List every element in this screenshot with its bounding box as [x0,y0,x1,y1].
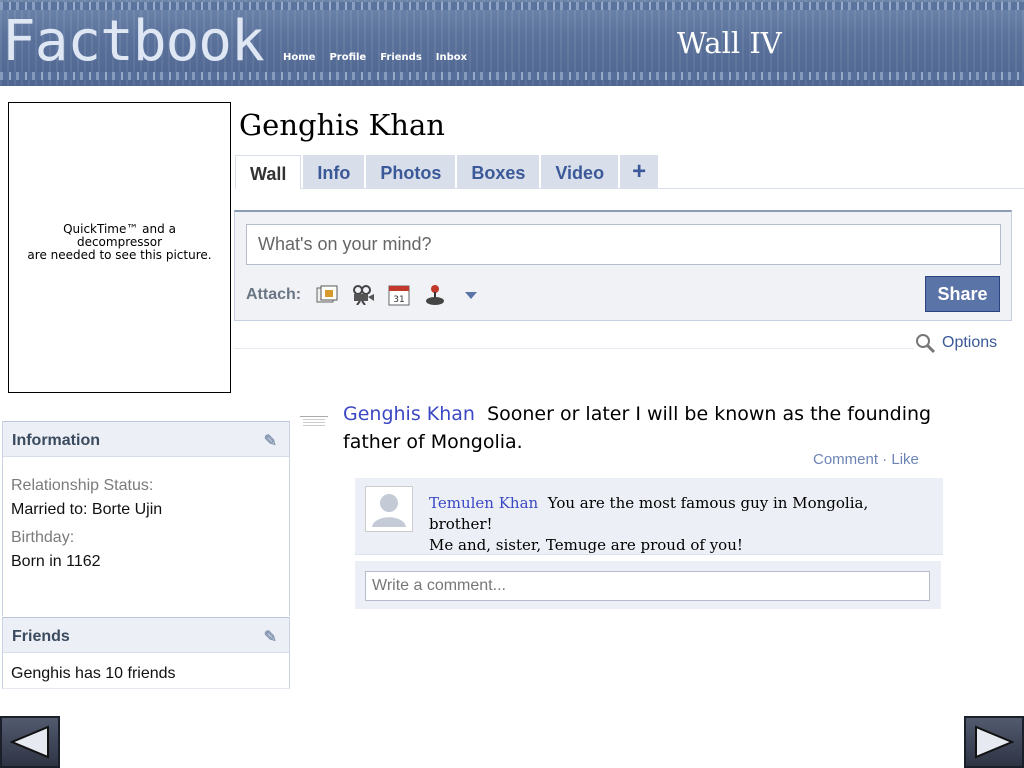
wall-divider [234,348,914,349]
friends-summary: Genghis has 10 friends [11,665,176,682]
information-body: Relationship Status: Married to: Borte U… [3,457,289,571]
attach-bar: Attach: 31 [246,283,483,307]
edit-pencil-icon[interactable]: ✎ [264,431,277,451]
comment-body-line-2: Me and, sister, Temuge are proud of you! [429,536,743,554]
avatar[interactable] [365,486,413,532]
tab-wall[interactable]: Wall [235,155,302,189]
nav-profile[interactable]: Profile [329,52,366,63]
tab-info[interactable]: Info [303,155,365,189]
friends-header: Friends ✎ [3,617,289,653]
add-tab-plus-icon[interactable]: + [620,155,659,189]
comment-item: Temulen Khan You are the most famous guy… [355,478,943,555]
options-link[interactable]: Options [914,332,997,354]
status-composer: Attach: 31 [234,210,1012,321]
post-actions: Comment · Like [813,451,919,468]
information-header: Information ✎ [3,421,289,457]
friends-heading: Friends [12,628,70,645]
wall-post: Genghis Khan Sooner or later I will be k… [343,400,983,456]
attach-label: Attach: [246,286,302,303]
top-nav: Home Profile Friends Inbox [283,52,467,63]
edit-pencil-icon[interactable]: ✎ [264,627,277,647]
photo-icon[interactable] [315,283,339,307]
status-input[interactable] [246,224,1001,265]
nav-home[interactable]: Home [283,52,315,63]
write-comment-box [355,561,941,609]
action-separator: · [882,451,888,468]
slide-title: Wall IV [677,26,782,60]
nav-friends[interactable]: Friends [380,52,422,63]
calendar-day: 31 [393,295,404,305]
friends-panel: Friends ✎ Genghis has 10 friends [2,617,290,689]
tab-photos[interactable]: Photos [366,155,456,189]
information-heading: Information [12,432,100,449]
like-link[interactable]: Like [891,451,919,468]
comment-text: Temulen Khan You are the most famous guy… [429,493,929,556]
comment-author[interactable]: Temulen Khan [429,494,538,512]
information-panel: Information ✎ Relationship Status: Marri… [2,421,290,616]
options-label: Options [942,334,998,351]
joystick-icon[interactable] [423,283,447,307]
profile-name: Genghis Khan [239,108,445,142]
header-banner: Factbook Home Profile Friends Inbox Wall… [0,0,1024,86]
relationship-status-label: Relationship Status: [11,477,154,494]
tab-video[interactable]: Video [541,155,619,189]
quicktime-line-3: are needed to see this picture. [27,248,212,262]
birthday-label: Birthday: [11,529,75,546]
dropdown-arrow-icon[interactable] [459,283,483,307]
right-arrow-icon [975,725,1015,759]
write-comment-input[interactable] [365,571,930,601]
post-author[interactable]: Genghis Khan [343,403,475,425]
left-arrow-icon [9,725,49,759]
profile-tabs: Wall Info Photos Boxes Video + [235,155,1024,189]
profile-picture-placeholder: QuickTime™ and a decompressor are needed… [8,102,231,393]
tab-boxes[interactable]: Boxes [457,155,540,189]
relationship-status-value: Married to: Borte Ujin [11,501,163,518]
factbook-logo: Factbook [2,9,265,74]
previous-slide-button[interactable] [0,716,60,768]
quicktime-message: QuickTime™ and a decompressor are needed… [9,223,230,262]
comment-link[interactable]: Comment [813,451,878,468]
birthday-value: Born in 1162 [11,553,101,570]
post-thumbnail [300,416,328,426]
next-slide-button[interactable] [964,716,1024,768]
calendar-icon[interactable]: 31 [387,283,411,307]
nav-inbox[interactable]: Inbox [436,52,467,63]
share-button[interactable]: Share [925,276,1000,312]
magnifier-icon [916,334,936,354]
video-camera-icon[interactable] [351,283,375,307]
